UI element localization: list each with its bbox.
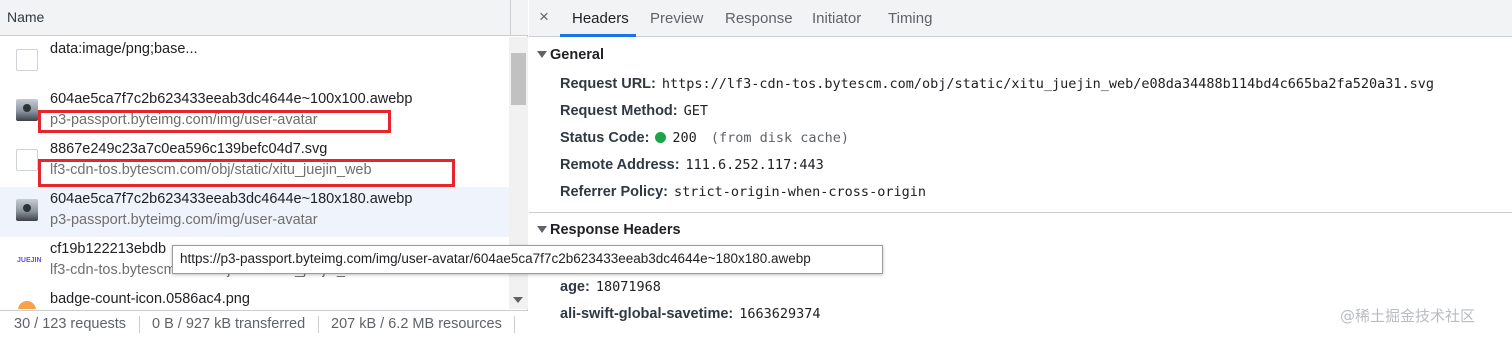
header-row: age: 18071968 [560, 279, 661, 295]
column-divider[interactable] [510, 0, 511, 36]
network-request-panel: Name data:image/png;base... 604ae5ca7f7c… [0, 0, 528, 337]
tab-response[interactable]: Response [725, 10, 793, 27]
tab-preview[interactable]: Preview [650, 10, 703, 27]
section-title: General [550, 47, 604, 63]
request-name: cf19b122213ebdb [50, 241, 167, 257]
scrollbar-thumb[interactable] [511, 53, 526, 105]
request-detail-panel: × Headers Preview Response Initiator Tim… [529, 0, 1512, 337]
active-tab-indicator [560, 34, 636, 37]
blank-file-icon [16, 149, 38, 171]
header-row: Request Method: GET [560, 103, 708, 119]
header-value: strict-origin-when-cross-origin [674, 184, 926, 200]
close-icon[interactable]: × [539, 7, 549, 27]
header-row: Remote Address: 111.6.252.117:443 [560, 157, 824, 173]
tab-headers[interactable]: Headers [572, 10, 629, 27]
tab-timing[interactable]: Timing [888, 10, 932, 27]
expand-triangle-icon [537, 226, 547, 233]
request-name: 604ae5ca7f7c2b623433eeab3dc4644e~180x180… [50, 191, 413, 207]
url-tooltip: https://p3-passport.byteimg.com/img/user… [172, 245, 883, 274]
header-value: 18071968 [595, 279, 661, 295]
header-key: Status Code: [560, 130, 650, 146]
resources-size: 207 kB / 6.2 MB resources [331, 316, 502, 332]
request-name: 604ae5ca7f7c2b623433eeab3dc4644e~100x100… [50, 91, 413, 107]
avatar-thumbnail-icon [16, 199, 38, 221]
expand-triangle-icon [537, 51, 547, 58]
request-row[interactable]: badge-count-icon.0586ac4.png [0, 287, 509, 309]
header-key: Request Method: [560, 103, 678, 119]
header-value: 200 [672, 130, 697, 146]
header-key: Request URL: [560, 76, 656, 92]
header-value: https://lf3-cdn-tos.bytescm.com/obj/stat… [661, 76, 1435, 92]
transferred-size: 0 B / 927 kB transferred [152, 316, 306, 332]
avatar-thumbnail-icon [16, 99, 38, 121]
header-key: ali-swift-global-savetime: [560, 306, 734, 322]
section-divider [529, 212, 1512, 213]
header-row: Request URL: https://lf3-cdn-tos.bytescm.… [560, 76, 1434, 92]
header-row: Status Code: 200 (from disk cache) [560, 130, 849, 146]
tab-initiator[interactable]: Initiator [812, 10, 861, 27]
status-divider [514, 316, 515, 333]
status-ok-dot-icon [655, 132, 667, 143]
scroll-down-arrow-icon[interactable] [513, 297, 523, 303]
cache-note: (from disk cache) [710, 130, 849, 146]
name-column-label: Name [7, 9, 45, 25]
status-divider [139, 316, 140, 333]
request-name: data:image/png;base... [50, 41, 198, 57]
blank-file-icon [16, 49, 38, 71]
highlight-box [38, 110, 391, 133]
header-row: Referrer Policy: strict-origin-when-cross… [560, 184, 926, 200]
request-row-selected[interactable]: 604ae5ca7f7c2b623433eeab3dc4644e~180x180… [0, 187, 509, 237]
header-value: 1663629374 [739, 306, 821, 322]
request-count: 30 / 123 requests [14, 316, 127, 332]
request-row[interactable]: data:image/png;base... [0, 37, 509, 87]
header-row: ali-swift-global-savetime: 1663629374 [560, 306, 821, 322]
name-column-header[interactable]: Name [0, 0, 528, 36]
header-value: 111.6.252.117:443 [685, 157, 824, 173]
watermark: @稀土掘金技术社区 [1340, 307, 1476, 325]
request-domain: p3-passport.byteimg.com/img/user-avatar [50, 212, 318, 228]
request-name: badge-count-icon.0586ac4.png [50, 291, 250, 307]
section-title: Response Headers [550, 222, 681, 238]
badge-icon [18, 301, 36, 309]
network-status-bar: 30 / 123 requests 0 B / 927 kB transferr… [0, 310, 528, 337]
detail-tab-bar: × Headers Preview Response Initiator Tim… [529, 0, 1512, 37]
header-value: GET [683, 103, 708, 119]
status-divider [318, 316, 319, 333]
juejin-logo-icon: JUEJIN [17, 257, 42, 264]
header-key: Remote Address: [560, 157, 680, 173]
highlight-box [38, 159, 455, 187]
header-key: Referrer Policy: [560, 184, 668, 200]
request-name: 8867e249c23a7c0ea596c139befc04d7.svg [50, 141, 328, 157]
header-key: age: [560, 279, 590, 295]
response-headers-section-header[interactable]: Response Headers [529, 216, 1512, 244]
general-section-header[interactable]: General [529, 41, 1512, 69]
